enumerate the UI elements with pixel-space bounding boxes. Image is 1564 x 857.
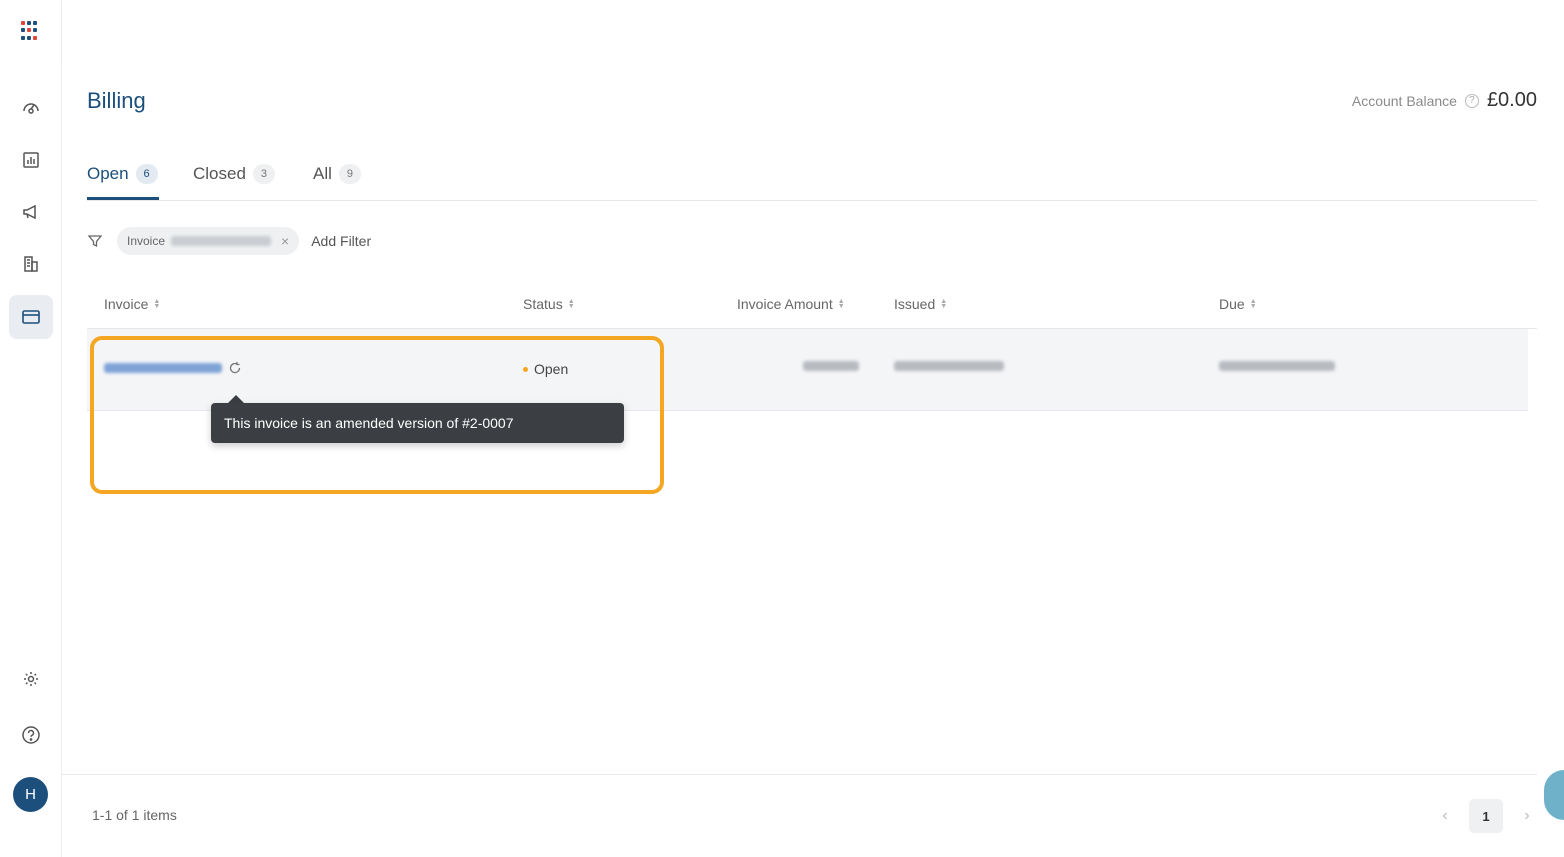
amount-cell <box>803 361 859 371</box>
tab-all-label: All <box>313 164 332 183</box>
dashboard-icon <box>23 103 39 114</box>
tab-open-label: Open <box>87 164 129 183</box>
sidebar-item-settings[interactable] <box>9 657 53 701</box>
add-filter-button[interactable]: Add Filter <box>311 233 371 249</box>
issued-date-redacted <box>894 361 1004 371</box>
column-header-invoice[interactable]: Invoice ▲ ▼ <box>104 296 160 312</box>
sidebar-item-billing[interactable] <box>9 295 53 339</box>
avatar[interactable]: H <box>13 777 48 812</box>
sidebar-item-campaigns[interactable] <box>9 190 53 234</box>
sidebar-item-buildings[interactable] <box>9 242 53 286</box>
sort-icon: ▲ ▼ <box>1249 298 1257 310</box>
due-cell <box>1219 361 1335 371</box>
active-tab-indicator <box>87 197 159 200</box>
sort-icon: ▲ ▼ <box>153 298 161 310</box>
issued-cell <box>894 361 1004 371</box>
account-balance: Account Balance ? £0.00 <box>1352 89 1537 112</box>
filter-bar: Invoice × Add Filter <box>87 227 371 255</box>
table-footer: 1-1 of 1 items ‹ 1 › <box>62 774 1537 857</box>
column-header-status-label: Status <box>523 296 563 312</box>
tab-closed[interactable]: Closed 3 <box>193 158 275 190</box>
pagination: ‹ 1 › <box>1435 799 1537 833</box>
close-icon[interactable]: × <box>281 233 289 249</box>
tabs: Open 6 Closed 3 All 9 <box>87 152 1537 201</box>
sort-icon: ▲ ▼ <box>567 298 575 310</box>
sort-icon: ▲ ▼ <box>940 298 948 310</box>
page-button-1[interactable]: 1 <box>1469 799 1503 833</box>
info-icon[interactable]: ? <box>1464 93 1479 108</box>
tab-open-count: 6 <box>135 164 158 184</box>
account-balance-label: Account Balance <box>1351 92 1457 109</box>
reports-icon <box>23 152 39 168</box>
main-content: Billing Account Balance ? £0.00 Open 6 C… <box>62 62 1564 857</box>
app-launcher-icon[interactable] <box>21 21 41 41</box>
app: H Billing Account Balance ? £0.00 Open 6… <box>0 0 1564 857</box>
column-header-invoice-label: Invoice <box>104 296 149 312</box>
table-header: Invoice ▲ ▼ Status ▲ ▼ Invoice Amount ▲ ▼ I… <box>87 279 1537 329</box>
sidebar: H <box>0 0 62 857</box>
filter-chip-value-redacted <box>171 236 272 246</box>
due-date-redacted <box>1219 361 1335 371</box>
help-icon <box>22 726 40 744</box>
chevron-right-icon[interactable]: › <box>1517 807 1537 825</box>
campaigns-icon <box>23 204 36 220</box>
items-count: 1-1 of 1 items <box>92 807 177 823</box>
account-balance-value: £0.00 <box>1486 89 1537 111</box>
sidebar-item-help[interactable] <box>9 713 53 757</box>
tab-open[interactable]: Open 6 <box>87 158 158 190</box>
column-header-due[interactable]: Due ▲ ▼ <box>1219 296 1257 312</box>
buildings-icon <box>24 256 38 272</box>
sidebar-item-dashboard[interactable] <box>9 86 53 130</box>
column-header-amount-label: Invoice Amount <box>737 296 833 312</box>
filter-chip-invoice[interactable]: Invoice × <box>117 227 300 255</box>
column-header-issued[interactable]: Issued ▲ ▼ <box>894 296 947 312</box>
tab-closed-count: 3 <box>252 164 275 184</box>
tab-all-count: 9 <box>338 164 361 184</box>
sidebar-item-reports[interactable] <box>9 138 53 182</box>
filter-icon[interactable] <box>87 233 103 249</box>
page-title: Billing <box>87 88 146 113</box>
sort-icon: ▲ ▼ <box>837 298 845 310</box>
settings-gear-icon <box>24 672 38 686</box>
column-header-due-label: Due <box>1219 296 1245 312</box>
tab-all[interactable]: All 9 <box>313 158 361 190</box>
filter-chip-label: Invoice <box>127 234 166 248</box>
billing-card-icon <box>22 310 40 324</box>
chevron-left-icon[interactable]: ‹ <box>1435 807 1455 825</box>
amount-redacted <box>803 361 859 371</box>
tab-closed-label: Closed <box>193 164 246 183</box>
column-header-amount[interactable]: Invoice Amount ▲ ▼ <box>737 296 845 312</box>
top-bar <box>62 0 1564 62</box>
column-header-issued-label: Issued <box>894 296 936 312</box>
column-header-status[interactable]: Status ▲ ▼ <box>523 296 575 312</box>
highlight-box <box>90 336 664 494</box>
